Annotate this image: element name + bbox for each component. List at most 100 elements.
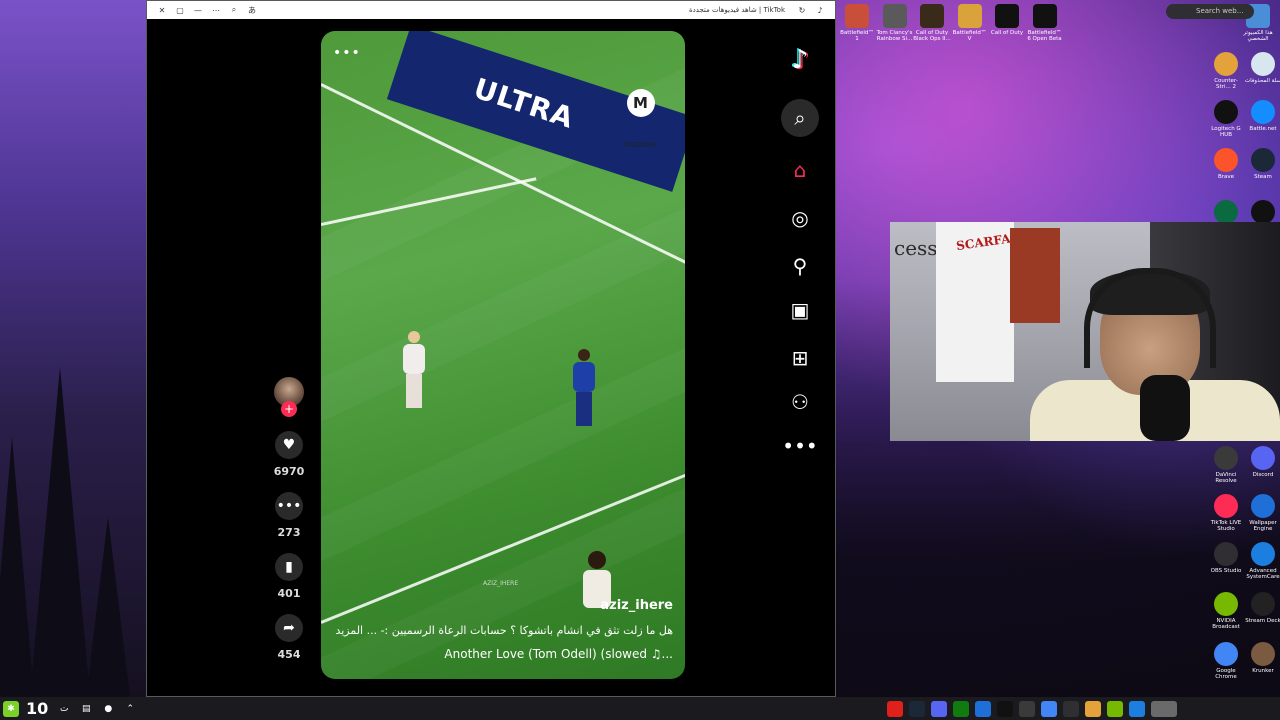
app-icon xyxy=(1251,100,1275,124)
desktop-shortcut[interactable]: Google Chrome xyxy=(1207,642,1245,680)
taskbar-search[interactable]: Search web... xyxy=(1166,4,1254,19)
heart-icon: ♥ xyxy=(282,437,296,453)
follow-plus-icon[interactable]: + xyxy=(281,401,297,417)
chevron-up-icon[interactable]: ⌃ xyxy=(122,701,138,717)
profile-icon[interactable]: ⚇ xyxy=(781,383,819,421)
wallpaper-taskbar-icon[interactable] xyxy=(1151,700,1177,717)
following-icon[interactable]: ⚲ xyxy=(781,247,819,285)
home-icon[interactable]: ⌂ xyxy=(781,151,819,189)
tiktok-favicon-icon: ♪ xyxy=(817,5,823,15)
desktop-icon[interactable]: ▤ xyxy=(78,701,94,717)
app-icon xyxy=(1214,542,1238,566)
browser-title: TikTok | شاهد فيديوهات متجددة xyxy=(688,6,785,14)
desktop-shortcut[interactable]: Brave xyxy=(1207,148,1245,180)
asc-taskbar-icon[interactable] xyxy=(1129,700,1145,717)
tiktok-taskbar-icon[interactable] xyxy=(997,700,1013,717)
sponsor-label: TASOOMA xyxy=(622,141,657,149)
explorer-taskbar-icon[interactable] xyxy=(1085,700,1101,717)
shortcut-label: Battlefield™ 1 xyxy=(840,30,874,43)
video-player[interactable]: ULTRA TASOOMA ••• AZIZ_IHERE aziz_ihere … xyxy=(321,31,685,679)
edge-taskbar-icon[interactable] xyxy=(975,700,991,717)
shortcut-label: سلة المحذوفات xyxy=(1244,78,1280,84)
shortcut-label: OBS Studio xyxy=(1210,568,1242,574)
discord-taskbar-icon[interactable] xyxy=(931,700,947,717)
bookmark-icon: ▮ xyxy=(285,559,293,575)
desktop-shortcut[interactable]: Battle.net xyxy=(1244,100,1280,132)
game-icon xyxy=(957,4,982,28)
video-caption[interactable]: هل ما زلت تثق في انشام باتشوكا ؟ حسابات … xyxy=(335,624,673,637)
chrome-taskbar-icon[interactable] xyxy=(1041,700,1057,717)
desktop-shortcut[interactable]: Advanced SystemCare xyxy=(1244,542,1280,580)
shortcut-label: Counter-Stri... 2 xyxy=(1214,78,1238,91)
start-icon[interactable]: ✱ xyxy=(3,700,19,717)
desktop-shortcut[interactable]: DaVinci Resolve xyxy=(1207,446,1245,484)
explore-icon[interactable]: ◎ xyxy=(781,199,819,237)
desktop-shortcut[interactable]: سلة المحذوفات xyxy=(1244,52,1280,84)
desktop-shortcut[interactable]: Discord xyxy=(1244,446,1280,478)
desktop-shortcut[interactable]: Counter-Stri... 2 xyxy=(1207,52,1245,90)
desktop-shortcut[interactable]: Wallpaper Engine xyxy=(1244,494,1280,532)
more-options-icon[interactable]: ⋯ xyxy=(207,6,225,15)
desktop-shortcut[interactable]: NVIDIA Broadcast xyxy=(1207,592,1245,630)
app-taskbar-icon[interactable] xyxy=(1063,700,1079,717)
nvidia-taskbar-icon[interactable] xyxy=(1107,700,1123,717)
share-button[interactable]: ➦ xyxy=(275,614,303,642)
share-count: 454 xyxy=(277,648,301,661)
desktop-shortcut[interactable]: Battlefield™ 1 xyxy=(838,4,876,42)
tiktok-side-nav: ♪ ⌕ ⌂ ◎ ⚲ ▣ ⊞ ⚇ ••• xyxy=(775,41,825,465)
search-icon[interactable]: ⌕ xyxy=(781,99,819,137)
tree-silhouette xyxy=(30,367,90,697)
upload-icon[interactable]: ⊞ xyxy=(781,339,819,377)
obs-taskbar-icon[interactable] xyxy=(1019,700,1035,717)
zoom-icon[interactable]: ⌕ xyxy=(225,5,243,15)
refresh-icon[interactable]: ↻ xyxy=(793,6,811,15)
app-icon xyxy=(1214,52,1238,76)
app-icon-red[interactable] xyxy=(887,700,903,717)
app-icon xyxy=(1251,52,1275,76)
shortcut-label: Call of Duty Black Ops II... xyxy=(913,30,951,43)
desktop-shortcut[interactable]: Call of Duty Black Ops II... xyxy=(913,4,951,42)
video-author[interactable]: aziz_ihere xyxy=(600,598,673,613)
app-icon xyxy=(1251,542,1275,566)
browser-window: ✕ ▢ — ⋯ ⌕ あ TikTok | شاهد فيديوهات متجدد… xyxy=(146,0,836,697)
desktop-shortcut[interactable]: Tom Clancy's Rainbow Si... xyxy=(876,4,914,42)
live-icon[interactable]: ▣ xyxy=(781,291,819,329)
poster-scarface: SCARFACE xyxy=(936,222,1030,382)
restore-window-icon[interactable]: ▢ xyxy=(171,6,189,15)
game-icon xyxy=(920,4,944,28)
more-nav-icon[interactable]: ••• xyxy=(781,427,819,465)
app-icon xyxy=(1251,642,1275,666)
app-icon xyxy=(1251,200,1275,224)
desktop-shortcut[interactable]: Battlefield™ 6 Open Beta xyxy=(1026,4,1064,42)
creator-avatar[interactable]: + xyxy=(274,377,304,417)
close-window-icon[interactable]: ✕ xyxy=(153,6,171,15)
banner-text: ULTRA xyxy=(469,71,579,135)
like-button[interactable]: ♥ xyxy=(275,431,303,459)
mic-icon[interactable]: ● xyxy=(100,701,116,717)
desktop-shortcut[interactable]: Logitech G HUB xyxy=(1207,100,1245,138)
player-white xyxy=(403,331,425,408)
desktop-shortcut[interactable]: Krunker xyxy=(1244,642,1280,674)
app-icon xyxy=(1251,592,1275,616)
tree-silhouette xyxy=(86,517,130,697)
save-button[interactable]: ▮ xyxy=(275,553,303,581)
desktop-shortcut[interactable]: Call of Duty xyxy=(988,4,1026,36)
video-music[interactable]: Another Love (Tom Odell) (slowed ♫... xyxy=(444,647,673,661)
reader-icon[interactable]: あ xyxy=(243,5,261,16)
tiktok-logo-icon[interactable]: ♪ xyxy=(781,41,819,79)
xbox-taskbar-icon[interactable] xyxy=(953,700,969,717)
desktop-shortcut[interactable]: Battlefield™ V xyxy=(951,4,989,42)
app-icon xyxy=(1214,446,1238,470)
desktop-shortcut[interactable]: Steam xyxy=(1244,148,1280,180)
microphone xyxy=(1140,375,1190,441)
video-more-icon[interactable]: ••• xyxy=(333,45,361,61)
desktop-shortcut[interactable]: OBS Studio xyxy=(1207,542,1245,574)
desktop-shortcut[interactable]: TikTok LIVE Studio xyxy=(1207,494,1245,532)
minimize-window-icon[interactable]: — xyxy=(189,6,207,15)
steam-taskbar-icon[interactable] xyxy=(909,700,925,717)
comment-button[interactable]: ••• xyxy=(275,492,303,520)
shortcut-label: Wallpaper Engine xyxy=(1249,520,1277,533)
task-view-icon[interactable]: ﺕ xyxy=(56,701,72,717)
video-watermark: AZIZ_IHERE xyxy=(483,580,519,587)
desktop-shortcut[interactable]: Stream Deck xyxy=(1244,592,1280,624)
